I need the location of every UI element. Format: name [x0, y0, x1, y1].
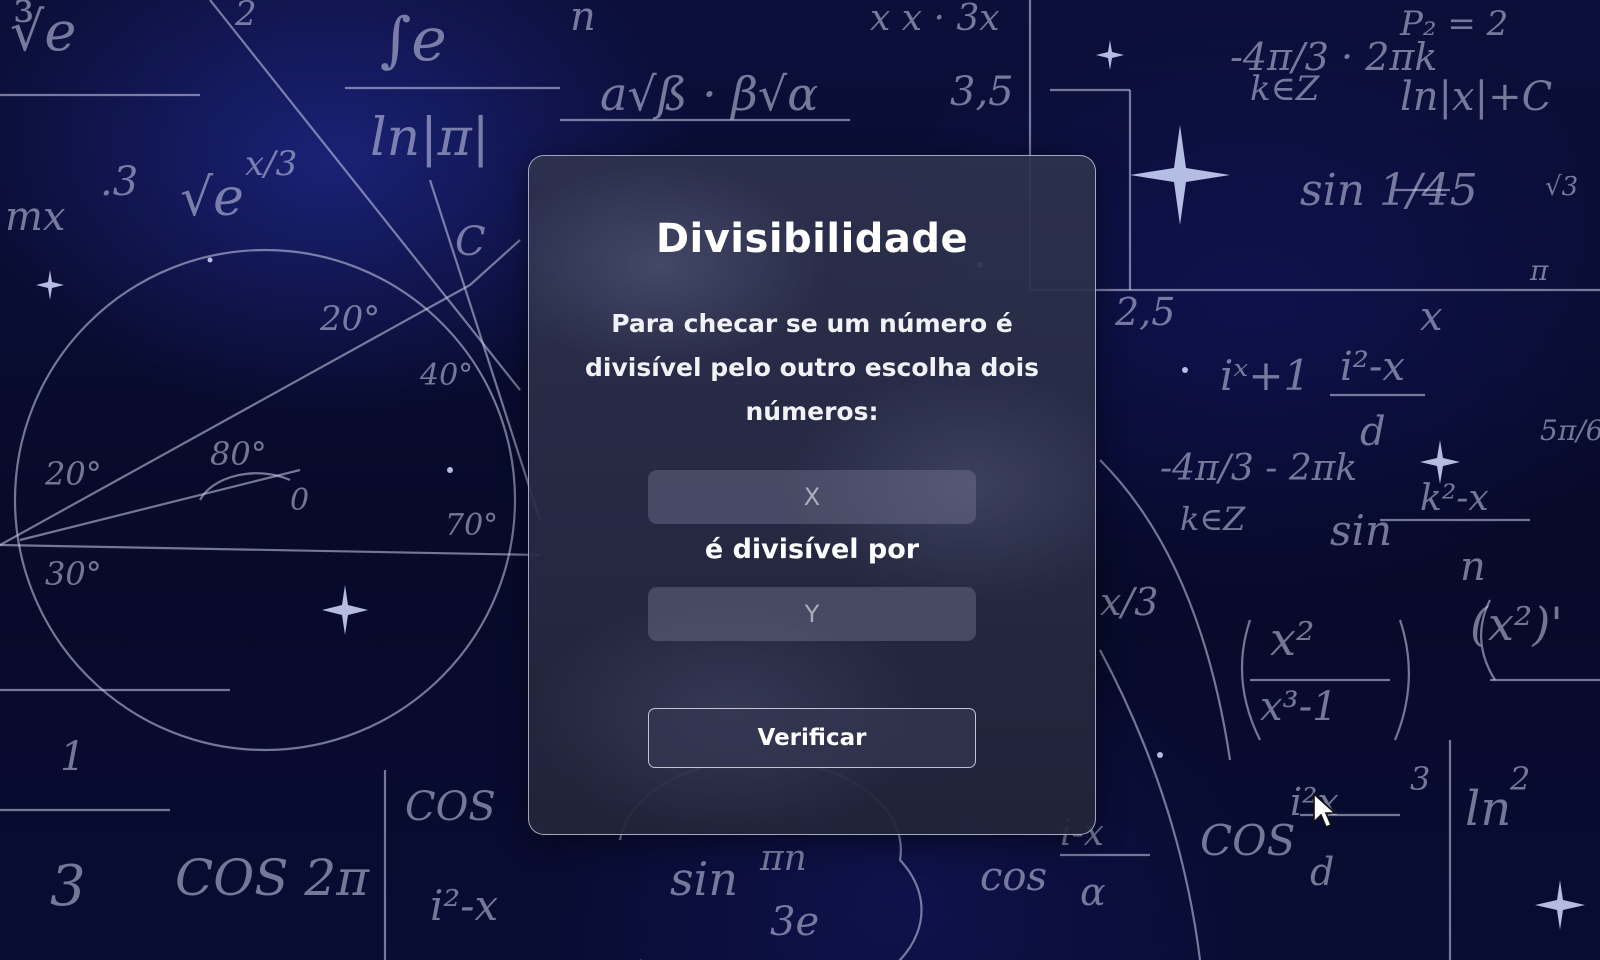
svg-text:2,5: 2,5	[1114, 290, 1175, 334]
svg-text:20°: 20°	[319, 299, 380, 339]
svg-text:sin 1/45: sin 1/45	[1300, 165, 1478, 216]
svg-text:5π/6: 5π/6	[1540, 414, 1600, 447]
svg-text:√3: √3	[1545, 172, 1578, 202]
svg-text:i²-x: i²-x	[430, 881, 498, 930]
svg-text:P₂ = 2: P₂ = 2	[1399, 4, 1508, 44]
svg-text:3e: 3e	[770, 899, 819, 945]
svg-text:∛e: ∛e	[10, 0, 76, 63]
svg-text:mx: mx	[5, 194, 66, 240]
verify-button[interactable]: Verificar	[648, 708, 976, 768]
svg-text:sin: sin	[670, 852, 738, 906]
number-x-input[interactable]	[648, 470, 976, 524]
svg-text:sin: sin	[1330, 506, 1392, 555]
svg-text:k∈Z: k∈Z	[1250, 69, 1321, 109]
svg-text:1: 1	[60, 734, 85, 780]
number-y-input[interactable]	[648, 587, 976, 641]
svg-text:.3: .3	[100, 159, 138, 205]
svg-text:3: 3	[1410, 760, 1430, 798]
svg-text:x x · 3x: x x · 3x	[870, 0, 1000, 39]
arrow-pointer-icon	[1313, 792, 1338, 829]
svg-text:k²-x: k²-x	[1420, 478, 1489, 519]
svg-text:2: 2	[234, 0, 257, 34]
svg-text:x: x	[1420, 294, 1443, 340]
svg-text:0: 0	[290, 483, 309, 518]
svg-text:COS 2π: COS 2π	[175, 849, 370, 907]
svg-text:α: α	[1080, 870, 1106, 914]
svg-text:ln: ln	[1465, 781, 1511, 837]
svg-text:x³-1: x³-1	[1260, 684, 1338, 730]
svg-text:π: π	[1529, 254, 1549, 287]
svg-text:ln|x|+C: ln|x|+C	[1400, 74, 1552, 120]
svg-text:COS: COS	[1200, 816, 1295, 865]
svg-text:d: d	[1360, 409, 1386, 455]
svg-text:(x²)': (x²)'	[1470, 597, 1563, 651]
svg-text:∫e: ∫e	[380, 5, 447, 75]
svg-text:-4π/3 - 2πk: -4π/3 - 2πk	[1160, 448, 1357, 489]
svg-text:80°: 80°	[210, 435, 267, 473]
divisible-by-label: é divisível por	[704, 534, 920, 565]
card-title: Divisibilidade	[655, 216, 969, 262]
svg-text:x²: x²	[1270, 612, 1314, 666]
svg-text:2: 2	[1509, 760, 1530, 798]
svg-text:3: 3	[50, 854, 86, 919]
svg-text:i²-x: i²-x	[1340, 344, 1405, 390]
svg-text:n: n	[1460, 544, 1486, 590]
svg-text:70°: 70°	[445, 508, 498, 543]
svg-text:k∈Z: k∈Z	[1180, 500, 1246, 538]
svg-text:a√ß · β√α: a√ß · β√α	[600, 67, 818, 121]
svg-text:3,5: 3,5	[950, 69, 1014, 115]
divisibility-card: Divisibilidade Para checar se um número …	[528, 155, 1096, 835]
svg-text:COS: COS	[405, 784, 496, 830]
svg-text:iˣ+1: iˣ+1	[1220, 351, 1310, 400]
svg-text:ln|π|: ln|π|	[370, 108, 489, 168]
svg-text:√e: √e	[180, 168, 244, 228]
svg-text:30°: 30°	[45, 555, 102, 593]
svg-text:20°: 20°	[44, 455, 102, 493]
svg-text:40°: 40°	[419, 358, 473, 393]
svg-text:πn: πn	[759, 838, 807, 879]
svg-text:C: C	[455, 219, 486, 265]
svg-text:cos: cos	[980, 854, 1047, 900]
svg-text:x/3: x/3	[1100, 580, 1158, 624]
svg-text:x/3: x/3	[245, 144, 297, 184]
svg-text:n: n	[570, 0, 596, 40]
card-description: Para checar se um número é divisível pel…	[584, 309, 1040, 426]
page: ∛e ∫e ln|π| a√ß · β√α x x · 3x 3,5 -4π/3…	[0, 0, 1600, 960]
svg-text:d: d	[1310, 850, 1334, 894]
